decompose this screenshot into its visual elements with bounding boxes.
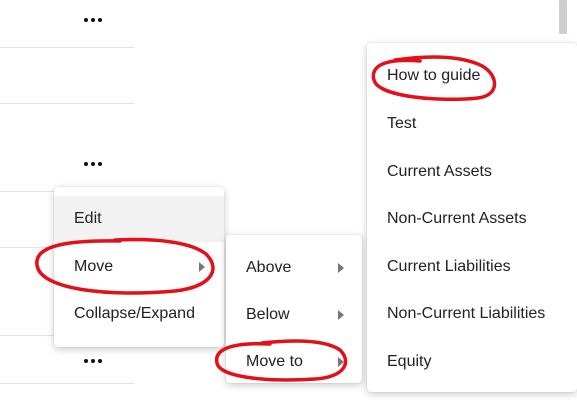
menu-item-how-to-guide[interactable]: How to guide: [367, 53, 577, 99]
row-divider: [0, 103, 134, 104]
menu-item-label: Test: [387, 115, 417, 132]
menu-item-label: Current Assets: [387, 163, 492, 180]
menu-item-label: Above: [246, 259, 292, 276]
menu-item-non-current-assets[interactable]: Non-Current Assets: [367, 196, 577, 242]
chevron-right-icon: [338, 357, 344, 367]
menu-item-below[interactable]: Below: [226, 292, 362, 338]
more-options-icon[interactable]: [81, 157, 105, 171]
menu-item-label: Collapse/Expand: [74, 305, 195, 322]
chevron-right-icon: [338, 310, 344, 320]
menu-item-label: How to guide: [387, 67, 481, 84]
scrollbar-thumb[interactable]: [559, 0, 567, 34]
menu-item-label: Non-Current Assets: [387, 210, 527, 227]
menu-item-above[interactable]: Above: [226, 245, 362, 291]
menu-item-edit[interactable]: Edit: [54, 196, 224, 242]
menu-item-move[interactable]: Move: [54, 244, 224, 290]
menu-item-non-current-liabilities[interactable]: Non-Current Liabilities: [367, 291, 577, 337]
chevron-right-icon: [199, 262, 205, 272]
menu-item-move-to[interactable]: Move to: [226, 339, 362, 385]
more-options-icon[interactable]: [81, 13, 105, 27]
menu-item-label: Edit: [74, 210, 102, 227]
menu-item-collapse-expand[interactable]: Collapse/Expand: [54, 291, 224, 337]
move-submenu: Above Below Move to: [226, 235, 362, 383]
row-divider: [0, 383, 134, 384]
menu-item-label: Current Liabilities: [387, 258, 511, 275]
move-to-submenu: How to guide Test Current Assets Non-Cur…: [367, 43, 577, 392]
menu-item-current-assets[interactable]: Current Assets: [367, 149, 577, 195]
menu-item-equity[interactable]: Equity: [367, 339, 577, 385]
menu-item-label: Equity: [387, 353, 432, 370]
menu-item-label: Move to: [246, 353, 303, 370]
menu-item-label: Move: [74, 258, 114, 275]
menu-item-test[interactable]: Test: [367, 101, 577, 147]
menu-item-label: Below: [246, 306, 290, 323]
menu-item-label: Non-Current Liabilities: [387, 305, 546, 322]
row-divider: [0, 47, 134, 48]
chevron-right-icon: [338, 263, 344, 273]
context-menu: Edit Move Collapse/Expand: [54, 187, 224, 347]
menu-item-current-liabilities[interactable]: Current Liabilities: [367, 244, 577, 290]
more-options-icon[interactable]: [81, 354, 105, 368]
